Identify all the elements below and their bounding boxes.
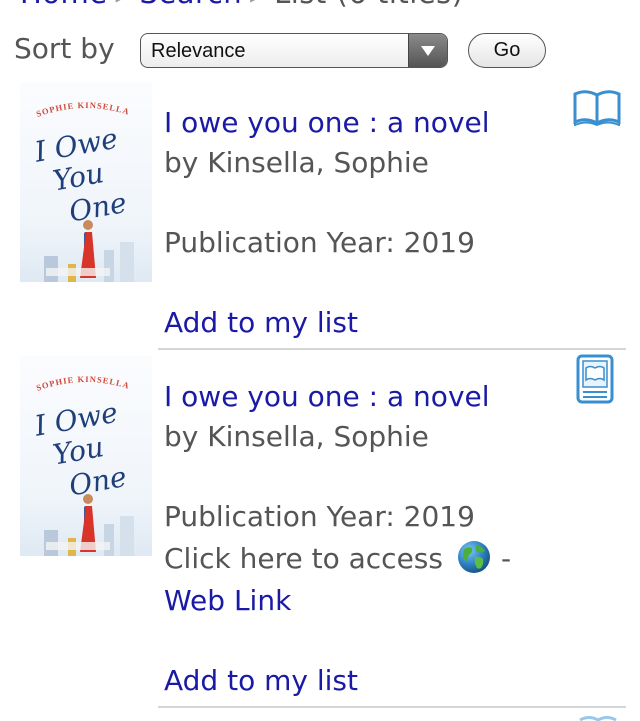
- result-title-link[interactable]: I owe you one : a novel: [164, 106, 490, 139]
- result-divider: [158, 348, 626, 350]
- book-cover-art: SOPHIE KINSELLA I Owe You One: [31, 100, 134, 282]
- breadcrumb-separator-icon: ▶: [116, 0, 132, 5]
- svg-text:SOPHIE KINSELLA: SOPHIE KINSELLA: [35, 100, 131, 119]
- sort-label: Sort by: [14, 32, 115, 65]
- cover-author-text: SOPHIE KINSELLA: [35, 100, 130, 119]
- ebook-icon: [576, 354, 614, 408]
- book-cover-image[interactable]: SOPHIE KINSELLA I Owe You One: [20, 356, 152, 556]
- sort-selected-value: Relevance: [151, 40, 246, 62]
- sort-bar: Sort by Relevance Go: [14, 30, 634, 74]
- add-to-list-link[interactable]: Add to my list: [164, 664, 358, 697]
- sort-select[interactable]: Relevance: [140, 33, 448, 68]
- globe-icon[interactable]: [457, 540, 491, 574]
- access-dash: -: [500, 542, 512, 575]
- add-to-list-link[interactable]: Add to my list: [164, 306, 358, 339]
- result-title-link[interactable]: I owe you one : a novel: [164, 380, 490, 413]
- breadcrumb-home-link[interactable]: Home: [20, 0, 108, 10]
- access-line: Click here to access -: [164, 540, 511, 575]
- web-link[interactable]: Web Link: [164, 584, 291, 617]
- book-icon: [572, 88, 622, 130]
- result-publication-year: Publication Year: 2019: [164, 226, 475, 259]
- breadcrumb-current: List (6 titles): [274, 0, 464, 10]
- breadcrumb: Home ▶ Search ▶ List (6 titles): [20, 0, 464, 10]
- book-cover-art: SOPHIE KINSELLA I Owe You One: [31, 374, 134, 556]
- cover-author-text: SOPHIE KINSELLA: [35, 374, 130, 393]
- result-publication-year: Publication Year: 2019: [164, 500, 475, 533]
- chevron-down-icon: [408, 34, 447, 67]
- breadcrumb-search-link[interactable]: Search: [140, 0, 243, 10]
- svg-text:SOPHIE KINSELLA: SOPHIE KINSELLA: [35, 374, 131, 393]
- go-button[interactable]: Go: [468, 33, 546, 68]
- result-divider: [158, 706, 626, 708]
- result-author: by Kinsella, Sophie: [164, 420, 429, 453]
- breadcrumb-separator-icon: ▶: [250, 0, 266, 5]
- book-cover-image[interactable]: SOPHIE KINSELLA I Owe You One: [20, 82, 152, 282]
- result-author: by Kinsella, Sophie: [164, 146, 429, 179]
- book-icon: [578, 712, 618, 721]
- access-text: Click here to access: [164, 542, 443, 575]
